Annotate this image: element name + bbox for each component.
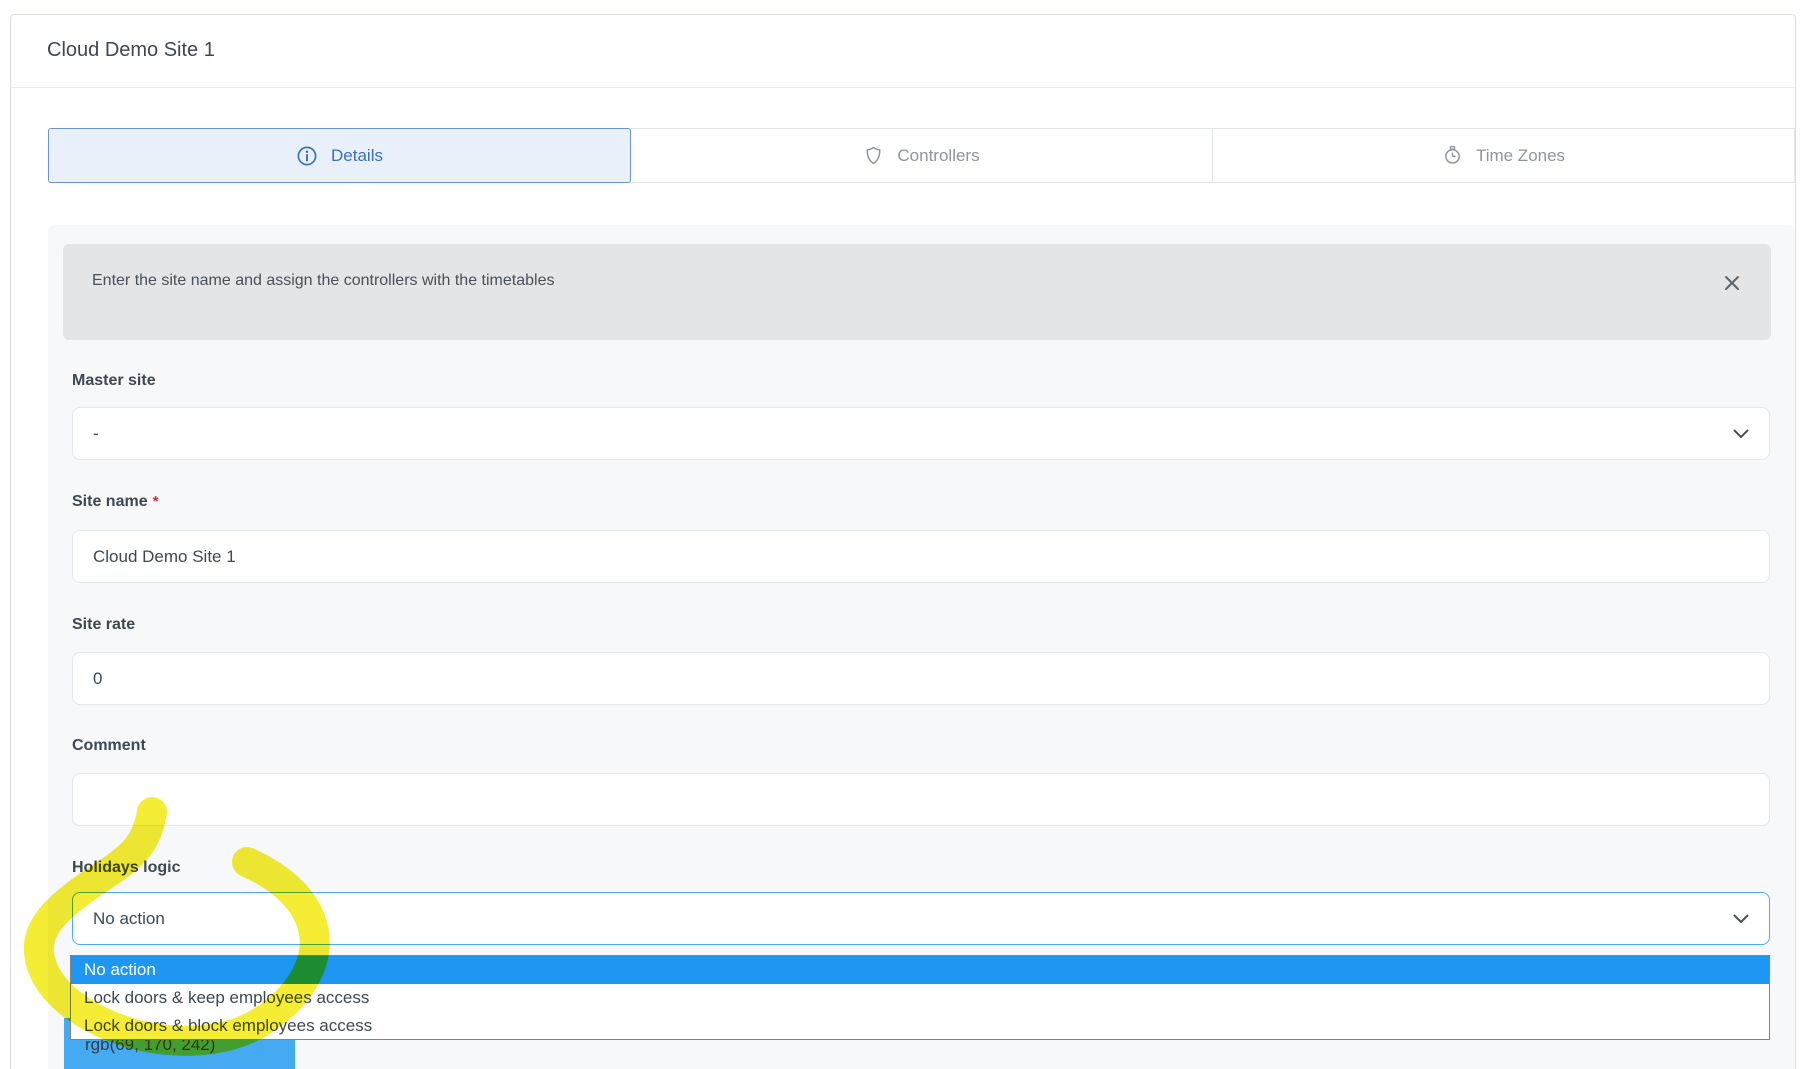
holidays-logic-label: Holidays logic [72, 859, 180, 877]
master-site-label: Master site [72, 372, 156, 390]
tab-time-zones[interactable]: Time Zones [1212, 128, 1795, 183]
dropdown-option-lock-keep-access[interactable]: Lock doors & keep employees access [71, 984, 1769, 1012]
site-name-input[interactable] [72, 530, 1770, 583]
master-site-value: - [93, 424, 99, 444]
close-icon[interactable] [1721, 272, 1743, 294]
shield-icon [863, 145, 884, 166]
site-rate-label: Site rate [72, 616, 135, 634]
page-title: Cloud Demo Site 1 [10, 39, 215, 62]
card-header: Cloud Demo Site 1 [10, 14, 1796, 88]
tab-controllers-label: Controllers [897, 146, 979, 166]
comment-label: Comment [72, 737, 146, 755]
tab-bar: Details Controllers Time Zones [48, 128, 1795, 183]
comment-input[interactable] [72, 773, 1770, 826]
required-marker: * [153, 493, 159, 510]
hint-banner: Enter the site name and assign the contr… [63, 244, 1771, 340]
tab-details-label: Details [331, 146, 383, 166]
holidays-logic-value: No action [93, 909, 165, 929]
master-site-select[interactable]: - [72, 407, 1770, 460]
site-name-label: Site name* [72, 493, 158, 511]
hint-banner-text: Enter the site name and assign the contr… [92, 272, 554, 290]
site-editor-page: Cloud Demo Site 1 Details Controllers Ti… [0, 0, 1801, 1069]
dropdown-option-no-action[interactable]: No action [71, 956, 1769, 984]
tab-time-zones-label: Time Zones [1476, 146, 1565, 166]
site-rate-input[interactable] [72, 652, 1770, 705]
dropdown-option-lock-block-access[interactable]: Lock doors & block employees access [71, 1012, 1769, 1040]
tab-details[interactable]: Details [48, 128, 631, 183]
info-icon [296, 145, 318, 167]
watch-icon [1442, 145, 1463, 166]
holidays-logic-dropdown-list: No action Lock doors & keep employees ac… [70, 955, 1770, 1040]
chevron-down-icon [1733, 914, 1749, 924]
chevron-down-icon [1733, 429, 1749, 439]
tab-controllers[interactable]: Controllers [630, 128, 1213, 183]
holidays-logic-select[interactable]: No action [72, 892, 1770, 945]
